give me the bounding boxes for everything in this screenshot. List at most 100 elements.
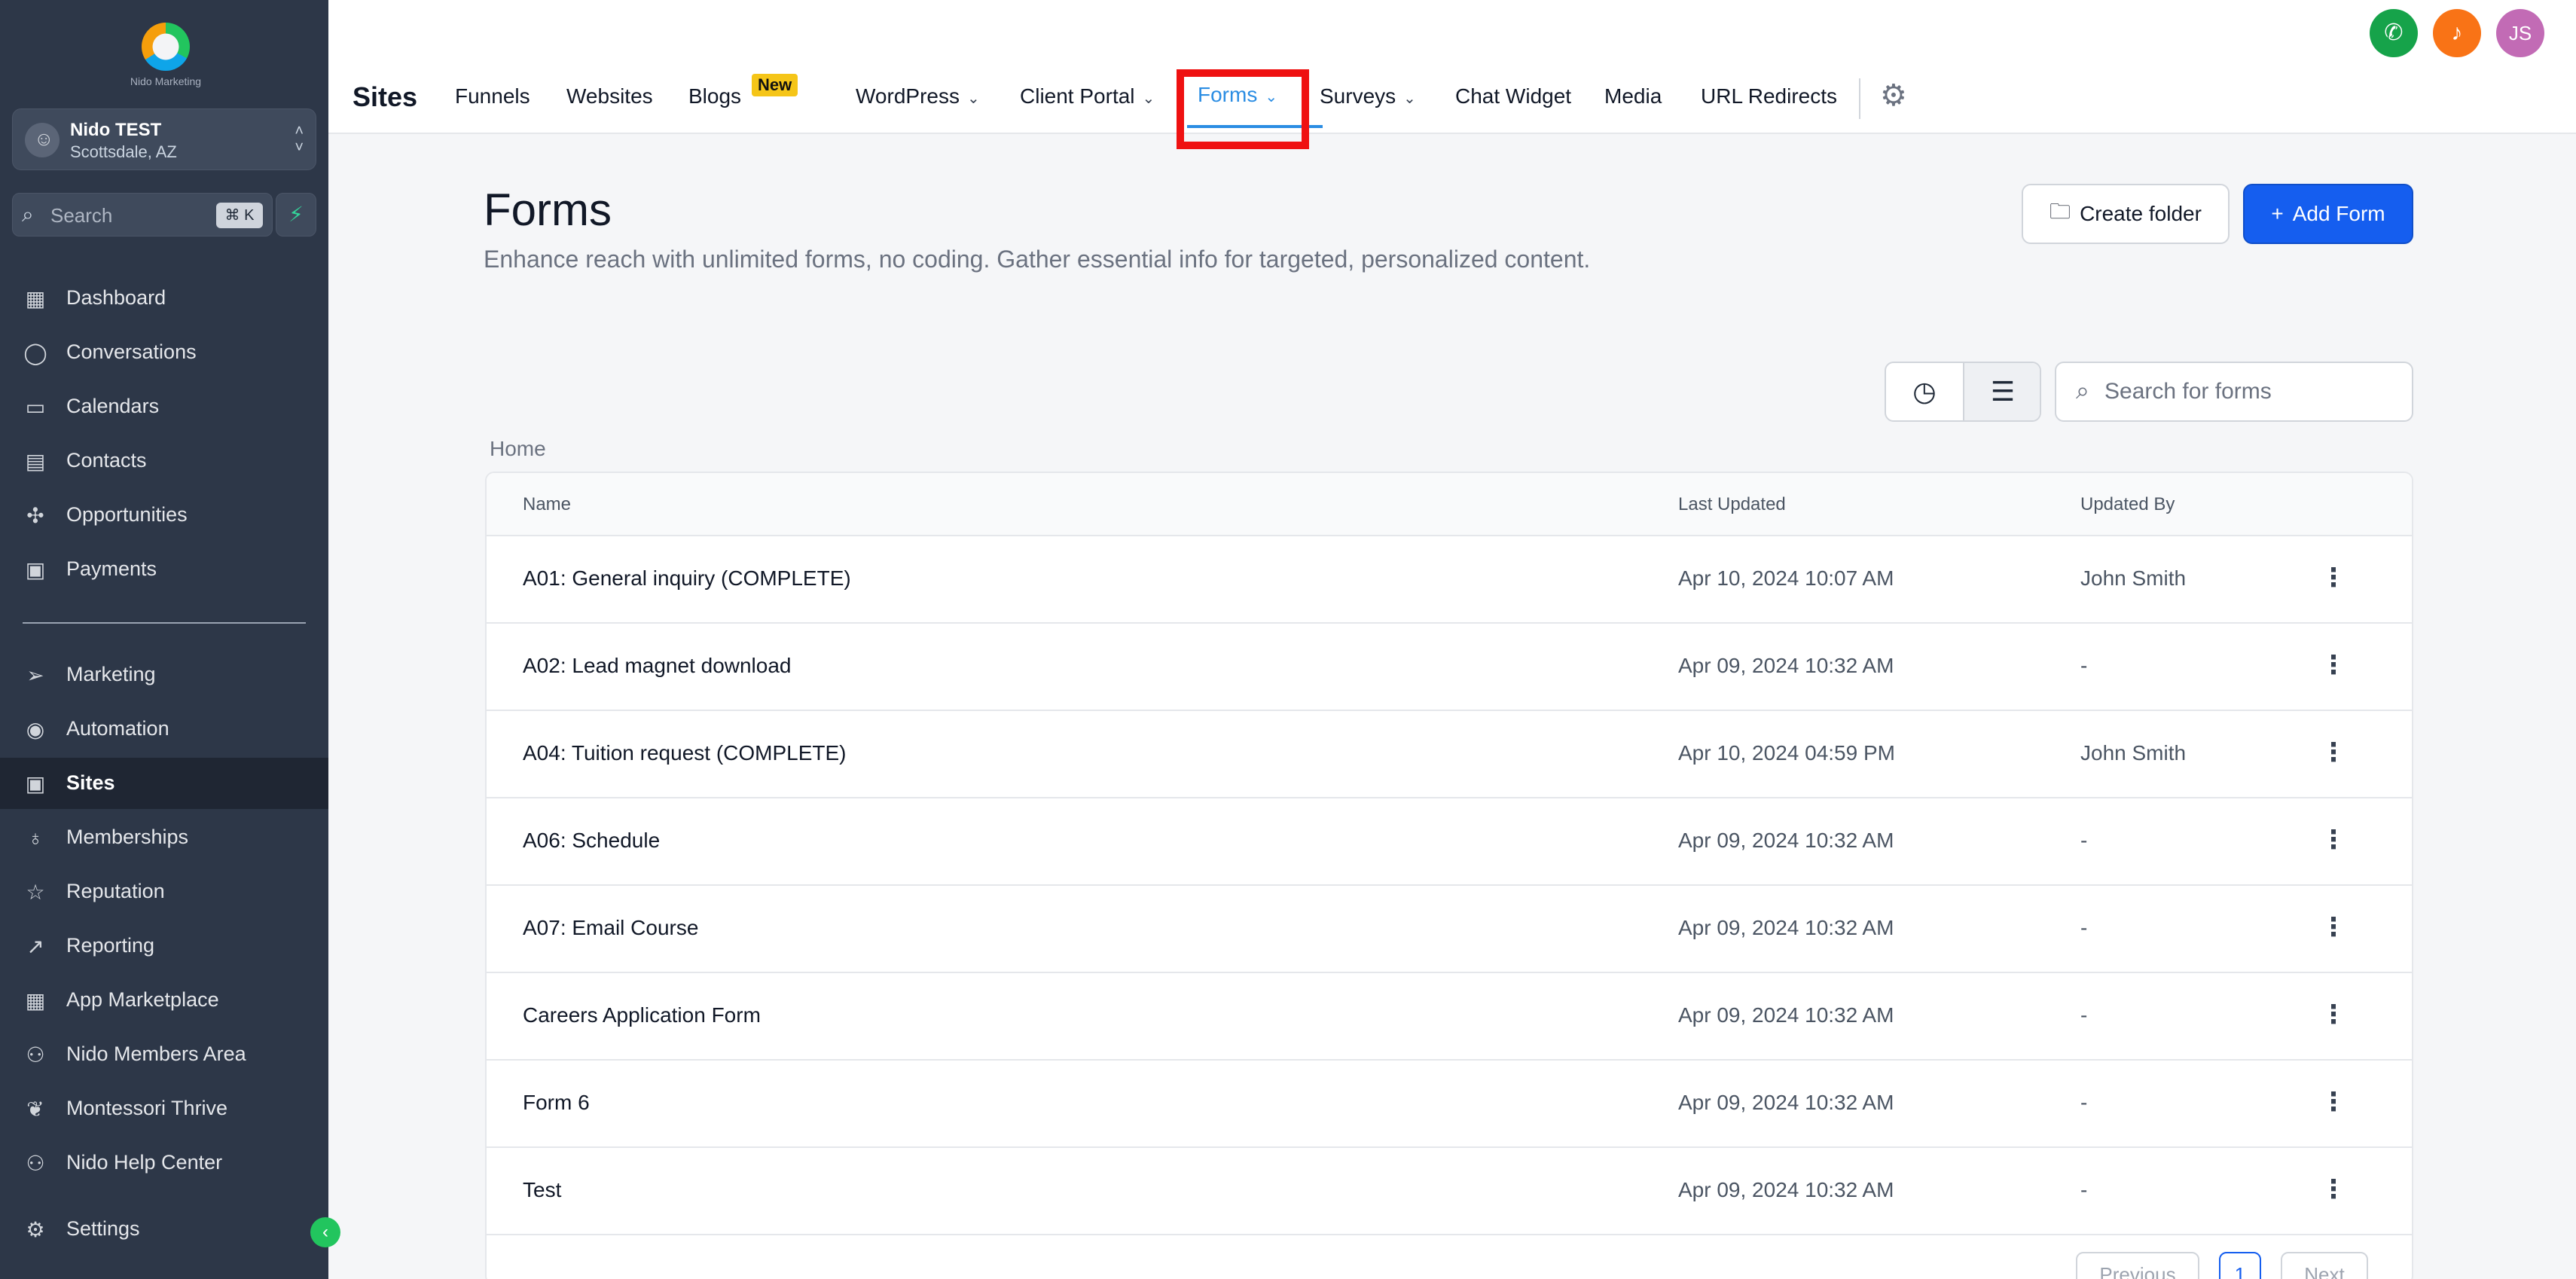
sidebar-divider [23, 622, 306, 624]
last-updated: Apr 09, 2024 10:32 AM [1678, 1091, 1894, 1114]
table-row[interactable]: A06: Schedule Apr 09, 2024 10:32 AM - ⋮ [487, 798, 2412, 886]
tab-funnels[interactable]: Funnels [455, 84, 530, 108]
previous-page-button[interactable]: Previous [2076, 1252, 2199, 1279]
top-navigation: ✆ ♪ JS Sites Funnels Websites Blogs New … [328, 0, 2576, 149]
table-row[interactable]: A04: Tuition request (COMPLETE) Apr 10, … [487, 711, 2412, 798]
column-header-updated-by[interactable]: Updated By [2080, 494, 2175, 515]
settings-gear-icon[interactable]: ⚙ [1880, 78, 1907, 113]
sidebar-item-settings[interactable]: ⚙ Settings [0, 1204, 328, 1255]
folder-plus-icon: 🗀 [2050, 200, 2071, 223]
column-header-last-updated[interactable]: Last Updated [1678, 494, 1786, 515]
form-name[interactable]: Careers Application Form [523, 1003, 761, 1027]
more-options-icon[interactable]: ⋮ [2318, 646, 2349, 684]
table-row[interactable]: A07: Email Course Apr 09, 2024 10:32 AM … [487, 886, 2412, 973]
collapse-sidebar-chevron-icon[interactable]: ‹ [310, 1217, 340, 1247]
sidebar-item-memberships[interactable]: ♁ Memberships [0, 812, 328, 863]
tab-media[interactable]: Media [1604, 84, 1662, 108]
sidebar-item-calendars[interactable]: ▭ Calendars [0, 381, 328, 432]
logo-text: Nido Marketing [130, 75, 202, 87]
tab-client-portal[interactable]: Client Portal ⌄ [1020, 84, 1155, 108]
account-avatar-icon [25, 123, 60, 157]
breadcrumb[interactable]: Home [490, 437, 546, 461]
memberships-icon: ♁ [27, 826, 44, 850]
sidebar-item-nido-members-area[interactable]: ⚇ Nido Members Area [0, 1029, 328, 1080]
table-row[interactable]: Careers Application Form Apr 09, 2024 10… [487, 973, 2412, 1061]
page-number-button[interactable]: 1 [2219, 1252, 2261, 1279]
sidebar-item-label: Nido Members Area [66, 1042, 246, 1065]
forms-search[interactable]: ⌕ [2055, 362, 2413, 422]
form-name[interactable]: A04: Tuition request (COMPLETE) [523, 741, 847, 765]
sidebar-item-opportunities[interactable]: ✣ Opportunities [0, 490, 328, 541]
sidebar-item-label: Automation [66, 717, 169, 740]
bell-icon[interactable]: ♪ [2433, 9, 2481, 57]
more-options-icon[interactable]: ⋮ [2318, 1083, 2349, 1121]
more-options-icon[interactable]: ⋮ [2318, 821, 2349, 859]
add-form-label: Add Form [2292, 202, 2385, 225]
sidebar-item-automation[interactable]: ◉ Automation [0, 704, 328, 755]
tab-websites[interactable]: Websites [566, 84, 653, 108]
clock-view-icon[interactable]: ◷ [1886, 363, 1964, 420]
more-options-icon[interactable]: ⋮ [2318, 996, 2349, 1033]
form-name[interactable]: A01: General inquiry (COMPLETE) [523, 566, 851, 591]
sidebar-item-contacts[interactable]: ▤ Contacts [0, 435, 328, 487]
more-options-icon[interactable]: ⋮ [2318, 734, 2349, 771]
updated-by: John Smith [2080, 741, 2187, 765]
next-page-button[interactable]: Next [2281, 1252, 2368, 1279]
search-icon: ⌕ [22, 203, 34, 226]
phone-icon[interactable]: ✆ [2370, 9, 2418, 57]
tab-url-redirects[interactable]: URL Redirects [1701, 84, 1837, 108]
contacts-icon: ▤ [25, 450, 46, 473]
tab-blogs[interactable]: Blogs [688, 84, 741, 108]
tab-wordpress[interactable]: WordPress ⌄ [856, 84, 980, 108]
more-options-icon[interactable]: ⋮ [2318, 1171, 2349, 1208]
payments-icon: ▣ [25, 558, 46, 582]
sidebar-item-reputation[interactable]: ☆ Reputation [0, 866, 328, 917]
brand-logo[interactable]: Nido Marketing [121, 23, 211, 90]
more-options-icon[interactable]: ⋮ [2318, 559, 2349, 597]
form-name[interactable]: A06: Schedule [523, 829, 660, 853]
forms-search-input[interactable] [2104, 375, 2398, 408]
column-header-name[interactable]: Name [523, 494, 571, 515]
tab-label: Media [1604, 84, 1662, 108]
sidebar-item-marketing[interactable]: ➢ Marketing [0, 649, 328, 701]
updated-by: - [2080, 916, 2088, 939]
form-name[interactable]: A07: Email Course [523, 916, 698, 940]
more-options-icon[interactable]: ⋮ [2318, 908, 2349, 946]
table-row[interactable]: Test Apr 09, 2024 10:32 AM - ⋮ [487, 1148, 2412, 1235]
quick-action-bolt-icon[interactable]: ⚡ [276, 193, 316, 237]
sidebar-item-conversations[interactable]: ◯ Conversations [0, 327, 328, 378]
tab-chat-widget[interactable]: Chat Widget [1455, 84, 1571, 108]
search-icon: ⌕ [2076, 377, 2089, 404]
shortcut-badge: ⌘ K [216, 203, 263, 228]
sidebar: Nido Marketing Nido TEST Scottsdale, AZ … [0, 0, 340, 1279]
tab-surveys[interactable]: Surveys ⌄ [1320, 84, 1416, 108]
sidebar-item-sites[interactable]: ▣ Sites [0, 758, 328, 809]
table-row[interactable]: A02: Lead magnet download Apr 09, 2024 1… [487, 624, 2412, 711]
sidebar-search[interactable]: ⌕ Search ⌘ K [12, 193, 273, 237]
calendar-icon: ▭ [25, 395, 46, 419]
list-view-icon[interactable]: ☰ [1964, 363, 2040, 420]
sidebar-item-reporting[interactable]: ↗ Reporting [0, 920, 328, 972]
form-name[interactable]: Test [523, 1178, 561, 1202]
account-switcher[interactable]: Nido TEST Scottsdale, AZ ˄˅ [12, 108, 316, 170]
leaf-icon: ❦ [26, 1097, 44, 1121]
table-row[interactable]: A01: General inquiry (COMPLETE) Apr 10, … [487, 536, 2412, 624]
form-name[interactable]: Form 6 [523, 1091, 590, 1115]
sidebar-item-label: Conversations [66, 340, 197, 363]
table-row[interactable]: Form 6 Apr 09, 2024 10:32 AM - ⋮ [487, 1061, 2412, 1148]
add-form-button[interactable]: + Add Form [2243, 184, 2413, 244]
chevron-down-icon: ⌄ [966, 90, 980, 107]
sidebar-item-payments[interactable]: ▣ Payments [0, 544, 328, 595]
create-folder-button[interactable]: 🗀 Create folder [2022, 184, 2230, 244]
last-updated: Apr 09, 2024 10:32 AM [1678, 1178, 1894, 1201]
sidebar-item-montessori-thrive[interactable]: ❦ Montessori Thrive [0, 1083, 328, 1134]
sidebar-item-dashboard[interactable]: ▦ Dashboard [0, 273, 328, 324]
sidebar-item-app-marketplace[interactable]: ▦ App Marketplace [0, 975, 328, 1026]
tab-separator [1859, 78, 1860, 119]
grid-icon: ▦ [25, 989, 46, 1012]
last-updated: Apr 09, 2024 10:32 AM [1678, 829, 1894, 852]
form-name[interactable]: A02: Lead magnet download [523, 654, 792, 678]
sidebar-item-label: Nido Help Center [66, 1151, 223, 1174]
user-avatar[interactable]: JS [2496, 9, 2544, 57]
sidebar-item-nido-help-center[interactable]: ⚇ Nido Help Center [0, 1137, 328, 1189]
